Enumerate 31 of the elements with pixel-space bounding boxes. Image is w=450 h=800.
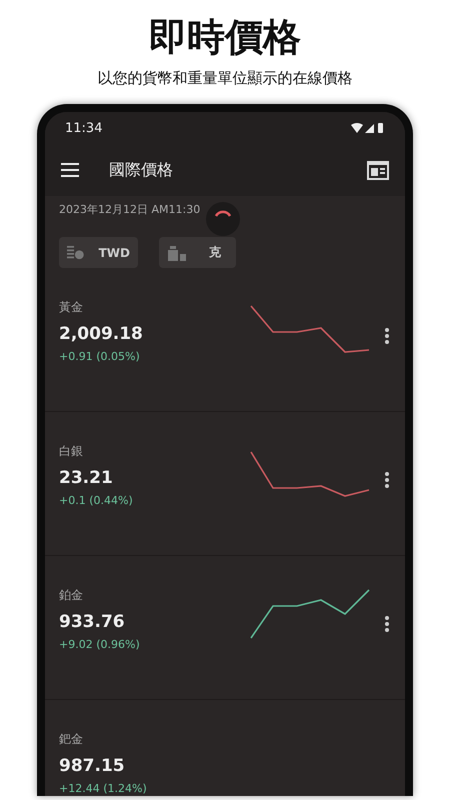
- price: 987.15: [59, 756, 126, 776]
- price-row[interactable]: 鉑金 933.76 +9.02 (0.96%): [45, 556, 405, 700]
- headline: 即時價格: [149, 14, 301, 61]
- update-time: 2023年12月12日 AM11:30: [59, 202, 202, 217]
- price-row[interactable]: 白銀 23.21 +0.1 (0.44%): [45, 412, 405, 556]
- price-change: +12.44 (1.24%): [59, 782, 148, 795]
- more-icon[interactable]: [385, 616, 389, 632]
- metal-name: 黃金: [59, 299, 84, 316]
- weight-icon: [167, 244, 187, 260]
- subheadline: 以您的貨幣和重量單位顯示的在線價格: [98, 69, 352, 88]
- coins-icon: [67, 244, 85, 260]
- metal-name: 鈀金: [59, 731, 84, 748]
- price: 23.21: [59, 468, 114, 488]
- price-change: +9.02 (0.96%): [59, 638, 141, 651]
- metal-name: 白銀: [59, 443, 84, 460]
- status-time: 11:34: [65, 120, 102, 136]
- metal-name: 鉑金: [59, 587, 84, 604]
- unit-chip[interactable]: 克: [159, 237, 236, 268]
- more-icon[interactable]: [385, 328, 389, 344]
- price-change: +0.91 (0.05%): [59, 350, 141, 363]
- app-title: 國際價格: [109, 160, 174, 180]
- calendar-icon[interactable]: [367, 160, 389, 180]
- price: 933.76: [59, 612, 126, 632]
- price-row[interactable]: 黃金 2,009.18 +0.91 (0.05%): [45, 268, 405, 412]
- more-icon[interactable]: [385, 472, 389, 488]
- price-change: +0.1 (0.44%): [59, 494, 134, 507]
- menu-icon[interactable]: [61, 163, 79, 177]
- price: 2,009.18: [59, 324, 144, 344]
- price-row[interactable]: 鈀金 987.15 +12.44 (1.24%): [45, 700, 405, 796]
- status-icons: [351, 122, 385, 134]
- currency-chip[interactable]: TWD: [59, 237, 138, 268]
